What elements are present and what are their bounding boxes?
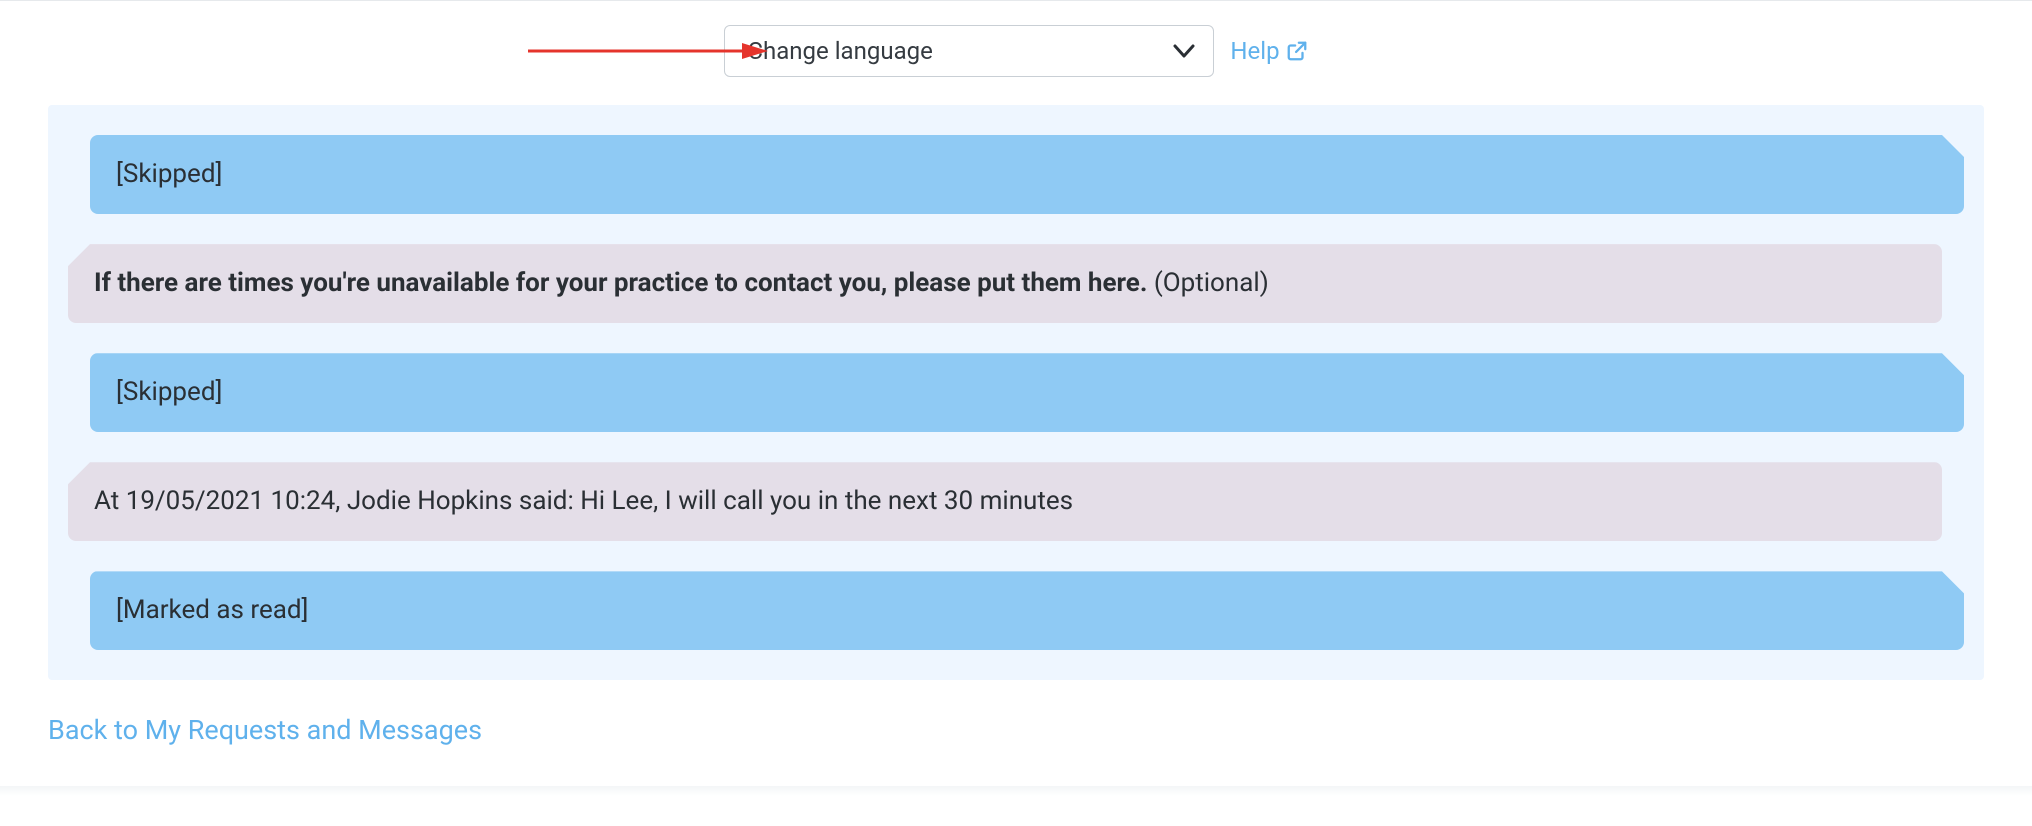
help-link[interactable]: Help [1230, 37, 1307, 65]
change-language-label: Change language [747, 37, 932, 65]
change-language-select[interactable]: Change language [724, 25, 1214, 77]
message-text: At 19/05/2021 10:24, Jodie Hopkins said:… [94, 486, 1073, 516]
message-bubble: [Marked as read] [90, 571, 1964, 650]
message-bubble: [Skipped] [90, 135, 1964, 214]
message-bubble: At 19/05/2021 10:24, Jodie Hopkins said:… [68, 462, 1942, 541]
external-link-icon [1286, 40, 1308, 62]
page-divider [0, 786, 2032, 796]
message-text: [Skipped] [116, 377, 222, 407]
message-thread: [Skipped] If there are times you're unav… [48, 105, 1984, 680]
message-text: If there are times you're unavailable fo… [94, 268, 1154, 298]
annotation-arrow [528, 41, 768, 61]
chevron-down-icon [1173, 44, 1195, 58]
back-to-requests-link[interactable]: Back to My Requests and Messages [48, 714, 482, 746]
message-text: (Optional) [1154, 268, 1269, 298]
message-bubble: [Skipped] [90, 353, 1964, 432]
message-bubble: If there are times you're unavailable fo… [68, 244, 1942, 323]
back-to-requests-label: Back to My Requests and Messages [48, 714, 482, 746]
help-link-label: Help [1230, 37, 1279, 65]
message-text: [Marked as read] [116, 595, 308, 625]
message-text: [Skipped] [116, 159, 222, 189]
